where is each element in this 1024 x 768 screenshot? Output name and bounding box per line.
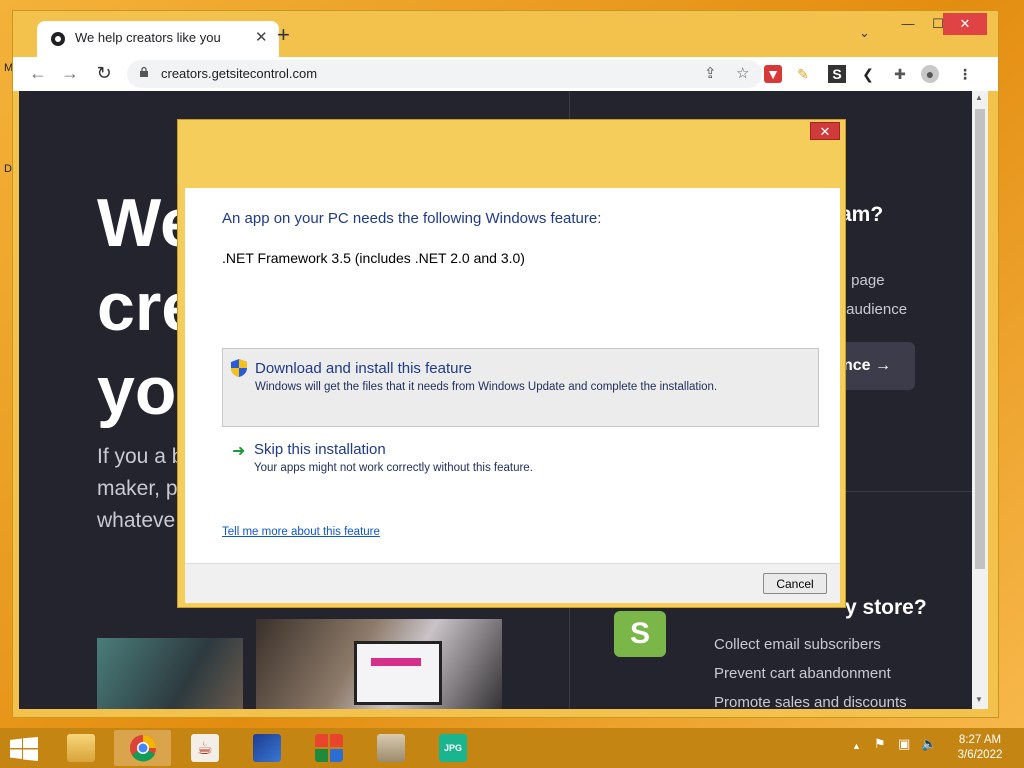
subtext-line: If you a b <box>97 445 184 468</box>
store-feature-line: Promote sales and discounts <box>714 694 907 709</box>
extension-pencil-icon[interactable]: ✎ <box>794 65 812 83</box>
dialog-footer: Cancel <box>185 563 840 603</box>
browser-tab[interactable]: We help creators like you ✕ <box>37 21 279 57</box>
share-icon[interactable]: ⇪ <box>704 64 717 82</box>
profile-avatar-icon[interactable]: ● <box>921 65 939 83</box>
desktop-icon-fragment: D <box>4 163 12 175</box>
store-heading: y store? <box>845 596 927 619</box>
subtext-line: whateve <box>97 509 176 532</box>
windows-start-icon[interactable] <box>10 737 38 761</box>
taskbar-app-4[interactable] <box>238 730 295 766</box>
option-description: Your apps might not work correctly witho… <box>254 462 533 474</box>
tab-search-chevron-icon[interactable]: ⌄ <box>859 25 870 41</box>
folder-icon <box>67 734 95 762</box>
extension-chevron-icon[interactable]: ❮ <box>859 65 877 83</box>
minimize-button[interactable]: — <box>893 13 923 35</box>
uac-shield-icon <box>231 359 247 377</box>
dialog-body: An app on your PC needs the following Wi… <box>185 188 840 563</box>
feature-name: .NET Framework 3.5 (includes .NET 2.0 an… <box>222 250 525 266</box>
archive-icon <box>377 734 405 762</box>
site-favicon-icon <box>51 32 65 46</box>
dialog-close-button[interactable]: ✕ <box>810 122 840 140</box>
store-feature-line: Collect email subscribers <box>714 636 881 653</box>
scrollbar-thumb[interactable] <box>975 109 985 569</box>
new-tab-button[interactable]: + <box>277 24 290 46</box>
url-text: creators.getsitecontrol.com <box>161 66 318 81</box>
store-feature-line: Prevent cart abandonment <box>714 665 891 682</box>
windows-features-dialog: ✕ An app on your PC needs the following … <box>177 119 846 608</box>
chrome-icon <box>129 734 156 762</box>
scroll-up-icon[interactable]: ▲ <box>975 93 983 102</box>
menu-kebab-icon[interactable]: ⋮ <box>956 65 974 83</box>
option-description: Windows will get the files that it needs… <box>255 381 718 393</box>
volume-muted-icon[interactable]: 🔈 <box>921 736 937 752</box>
creator-photo <box>97 638 243 709</box>
more-info-link[interactable]: Tell me more about this feature <box>222 526 380 538</box>
skip-installation-option[interactable]: ➜ Skip this installation Your apps might… <box>222 431 819 479</box>
browser-toolbar: ← → ↻ creators.getsitecontrol.com ⇪ ☆ ▼ … <box>13 57 998 91</box>
option-title: Skip this installation <box>254 441 386 458</box>
extensions-puzzle-icon[interactable]: ✚ <box>891 65 909 83</box>
cancel-button[interactable]: Cancel <box>763 573 827 594</box>
extension-shield-icon[interactable]: ▼ <box>764 65 782 83</box>
taskbar-clock[interactable]: 8:27 AM 3/6/2022 <box>945 733 1015 763</box>
forward-arrow-icon[interactable]: → <box>59 63 81 84</box>
shopify-logo-icon: S <box>614 611 666 657</box>
dialog-heading: An app on your PC needs the following Wi… <box>222 210 602 227</box>
taskbar-java[interactable]: ☕ <box>176 730 233 766</box>
action-center-flag-icon[interactable]: ⚑ <box>874 736 886 752</box>
reload-icon[interactable]: ↻ <box>93 63 115 84</box>
option-title: Download and install this feature <box>255 360 472 377</box>
photo-monitor <box>354 641 442 705</box>
taskbar-office[interactable] <box>300 730 357 766</box>
java-icon: ☕ <box>191 734 219 762</box>
tab-title: We help creators like you <box>75 30 221 45</box>
office-tiles-icon <box>315 734 343 762</box>
lock-icon <box>140 67 148 77</box>
browser-titlebar: We help creators like you ✕ + ⌄ — ☐ ✕ <box>13 11 998 57</box>
bookmark-star-icon[interactable]: ☆ <box>736 64 749 82</box>
network-icon[interactable]: ▣ <box>898 736 910 752</box>
app-window-icon <box>253 734 281 762</box>
download-install-option[interactable]: Download and install this feature Window… <box>222 348 819 427</box>
creator-photo <box>256 619 502 709</box>
tab-close-icon[interactable]: ✕ <box>255 28 268 46</box>
back-arrow-icon[interactable]: ← <box>27 63 49 84</box>
taskbar-image-viewer[interactable]: JPG <box>424 730 481 766</box>
jpg-icon: JPG <box>439 734 467 762</box>
scroll-down-icon[interactable]: ▼ <box>975 695 983 704</box>
green-arrow-icon: ➜ <box>232 443 246 460</box>
page-scrollbar[interactable]: ▲ ▼ <box>972 91 988 709</box>
taskbar-archive[interactable] <box>362 730 419 766</box>
taskbar-chrome[interactable] <box>114 730 171 766</box>
extension-s-icon[interactable]: S <box>828 65 846 83</box>
hero-subtext: If you a b maker, pl whateve <box>97 441 183 537</box>
clock-time: 8:27 AM <box>958 734 1002 746</box>
clock-date: 3/6/2022 <box>957 749 1003 761</box>
window-close-button[interactable]: ✕ <box>943 13 987 35</box>
subtext-line: maker, pl <box>97 477 183 500</box>
taskbar: ☕ JPG ▲ ⚑ ▣ 🔈 8:27 AM 3/6/2022 <box>0 728 1024 768</box>
address-bar[interactable]: creators.getsitecontrol.com ⇪ ☆ <box>127 60 762 88</box>
feature-line: r audience <box>837 301 908 318</box>
taskbar-file-explorer[interactable] <box>52 730 109 766</box>
tray-overflow-icon[interactable]: ▲ <box>852 741 861 751</box>
